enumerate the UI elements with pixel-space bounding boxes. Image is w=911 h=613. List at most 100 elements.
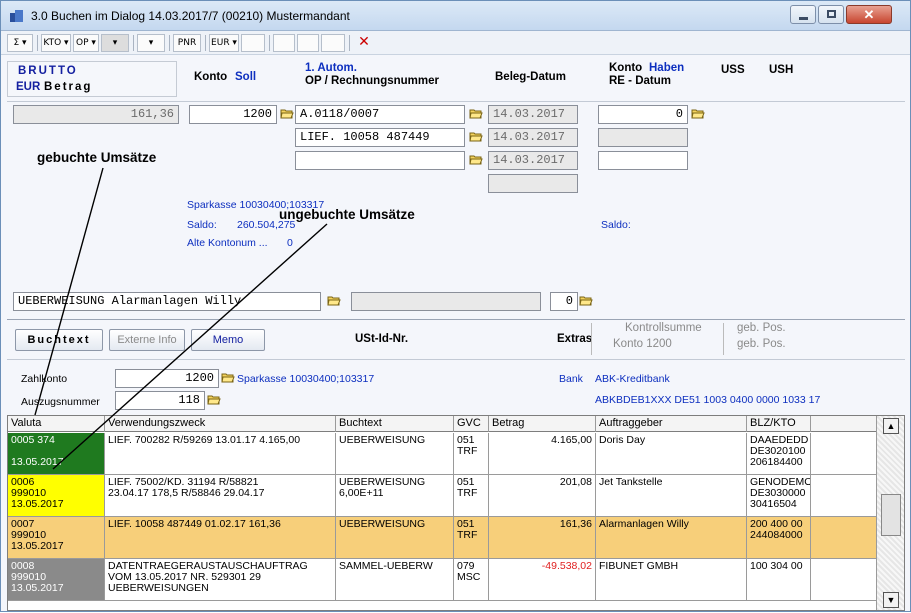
- tab-memo[interactable]: Memo: [191, 329, 265, 351]
- cell-blz[interactable]: DAAEDEDD DE3020100 206184400: [747, 433, 811, 474]
- beleg-datum-field-2[interactable]: 14.03.2017: [488, 128, 578, 147]
- table-row[interactable]: 0008 999010 13.05.2017 DATENTRAEGERAUSTAU…: [8, 559, 876, 601]
- col-betrag[interactable]: Betrag: [489, 416, 596, 432]
- cell-gvc[interactable]: 051 TRF: [454, 517, 489, 558]
- beleg-datum-field-3[interactable]: 14.03.2017: [488, 151, 578, 170]
- scroll-down-icon[interactable]: ▼: [883, 592, 899, 608]
- folder-icon[interactable]: [327, 295, 341, 306]
- cell-valuta[interactable]: 0008 999010 13.05.2017: [8, 559, 105, 600]
- konto-soll-field[interactable]: 1200: [189, 105, 277, 124]
- cell-betrag[interactable]: 4.165,00: [489, 433, 596, 474]
- beleg-datum-field-1[interactable]: 14.03.2017: [488, 105, 578, 124]
- cell-buchtext[interactable]: UEBERWEISUNG: [336, 433, 454, 474]
- op-field-2[interactable]: LIEF. 10058 487449: [295, 128, 465, 147]
- zoom-button[interactable]: [241, 34, 265, 52]
- cell-zweck[interactable]: LIEF. 10058 487449 01.02.17 161,36: [105, 517, 336, 558]
- op-button[interactable]: OP ▾: [73, 34, 99, 52]
- folder-icon[interactable]: [469, 154, 483, 165]
- cell-gvc[interactable]: 051 TRF: [454, 475, 489, 516]
- cell-auftraggeber[interactable]: FIBUNET GMBH: [596, 559, 747, 600]
- buchtext-extra-field: [351, 292, 541, 311]
- maximize-button[interactable]: [818, 5, 844, 24]
- brutto-box: BRUTTO EUR Betrag: [7, 61, 177, 97]
- cell-auftraggeber[interactable]: Alarmanlagen Willy: [596, 517, 747, 558]
- cell-blz[interactable]: 100 304 00: [747, 559, 811, 600]
- separator: [7, 319, 905, 320]
- brutto-label: BRUTTO: [18, 65, 78, 77]
- eur-label: EUR: [16, 81, 41, 93]
- auszug-field[interactable]: 118: [115, 391, 205, 410]
- col-buchtext[interactable]: Buchtext: [336, 416, 454, 432]
- extras-label[interactable]: Extras: [557, 333, 592, 345]
- minimize-button[interactable]: [790, 5, 816, 24]
- tab-externe-info[interactable]: Externe Info: [109, 329, 185, 351]
- cell-gvc[interactable]: 079 MSC: [454, 559, 489, 600]
- ustid-label: USt-Id-Nr.: [355, 333, 409, 345]
- image-button[interactable]: ▾: [101, 34, 129, 52]
- folder-icon[interactable]: [579, 295, 593, 306]
- cell-buchtext[interactable]: UEBERWEISUNG: [336, 517, 454, 558]
- table-row[interactable]: 0006 999010 13.05.2017 LIEF. 75002/KD. 31…: [8, 475, 876, 517]
- cell-zweck[interactable]: LIEF. 700282 R/59269 13.01.17 4.165,00: [105, 433, 336, 474]
- betrag-field[interactable]: 161,36: [13, 105, 179, 124]
- barcode-button[interactable]: [321, 34, 345, 52]
- folder-icon[interactable]: [221, 372, 235, 383]
- cell-valuta[interactable]: 0006 999010 13.05.2017: [8, 475, 105, 516]
- geb-pos-label-1: geb. Pos.: [737, 322, 786, 334]
- pnr-button[interactable]: PNR: [173, 34, 201, 52]
- cell-betrag[interactable]: 201,08: [489, 475, 596, 516]
- cell-valuta[interactable]: 0005 374 13.05.2017: [8, 433, 105, 474]
- cell-auftraggeber[interactable]: Jet Tankstelle: [596, 475, 747, 516]
- konto-button[interactable]: KTO ▾: [41, 34, 71, 52]
- app-window: 3.0 Buchen im Dialog 14.03.2017/7 (00210…: [0, 0, 911, 612]
- cell-betrag[interactable]: -49.538,02: [489, 559, 596, 600]
- tab-buchtext[interactable]: Buchtext: [15, 329, 103, 351]
- cell-zweck[interactable]: DATENTRAEGERAUSTAUSCHAUFTRAG VOM 13.05.2…: [105, 559, 336, 600]
- print-preview-button[interactable]: ▾: [137, 34, 165, 52]
- cell-blz[interactable]: GENODEMO DE3030000 30416504: [747, 475, 811, 516]
- cell-betrag[interactable]: 161,36: [489, 517, 596, 558]
- uss-label: USS: [721, 64, 745, 76]
- buchtext-number-field[interactable]: 0: [550, 292, 578, 311]
- col-blz-kto[interactable]: BLZ/KTO: [747, 416, 811, 432]
- close-button[interactable]: ✕: [846, 5, 892, 24]
- record-button[interactable]: [273, 34, 295, 52]
- cell-auftraggeber[interactable]: Doris Day: [596, 433, 747, 474]
- table-row[interactable]: 0005 374 13.05.2017 LIEF. 700282 R/59269 …: [8, 433, 876, 475]
- vertical-scrollbar[interactable]: ▲ ▼: [876, 416, 904, 610]
- col-auftraggeber[interactable]: Auftraggeber: [596, 416, 747, 432]
- eur-button[interactable]: EUR ▾: [209, 34, 239, 52]
- buchtext-field[interactable]: UEBERWEISUNG Alarmanlagen Willy: [13, 292, 321, 311]
- op-field-3[interactable]: [295, 151, 465, 170]
- cell-zweck[interactable]: LIEF. 75002/KD. 31194 R/58821 23.04.17 1…: [105, 475, 336, 516]
- delete-button[interactable]: ✕: [353, 34, 375, 52]
- konto-haben-field[interactable]: 0: [598, 105, 688, 124]
- grid-button[interactable]: [297, 34, 319, 52]
- scroll-thumb[interactable]: [881, 494, 901, 536]
- autom-label: 1. Autom.: [305, 62, 357, 74]
- op-field-1[interactable]: A.0118/0007: [295, 105, 465, 124]
- folder-icon[interactable]: [280, 108, 294, 119]
- cell-gvc[interactable]: 051 TRF: [454, 433, 489, 474]
- folder-icon[interactable]: [469, 131, 483, 142]
- folder-icon[interactable]: [691, 108, 705, 119]
- beleg-datum-label: Beleg-Datum: [495, 71, 566, 83]
- col-verwendungszweck[interactable]: Verwendungszweck: [105, 416, 336, 432]
- col-gvc[interactable]: GVC: [454, 416, 489, 432]
- cell-buchtext[interactable]: SAMMEL-UEBERW: [336, 559, 454, 600]
- op-rechnung-label: OP / Rechnungsnummer: [305, 75, 439, 87]
- kontrollsumme-label: Kontrollsumme: [625, 322, 702, 334]
- cell-blz[interactable]: 200 400 00 244084000: [747, 517, 811, 558]
- folder-icon[interactable]: [207, 394, 221, 405]
- zahlkonto-field[interactable]: 1200: [115, 369, 219, 388]
- col-valuta[interactable]: Valuta: [8, 416, 105, 432]
- folder-icon[interactable]: [469, 108, 483, 119]
- scroll-up-icon[interactable]: ▲: [883, 418, 899, 434]
- re-datum-field-2[interactable]: [598, 151, 688, 170]
- table-row[interactable]: 0007 999010 13.05.2017 LIEF. 10058 487449…: [8, 517, 876, 559]
- header-divider: [7, 101, 905, 102]
- cell-buchtext[interactable]: UEBERWEISUNG 6,00E+11: [336, 475, 454, 516]
- konto-label: Konto: [194, 71, 228, 83]
- cell-valuta[interactable]: 0007 999010 13.05.2017: [8, 517, 105, 558]
- sum-button[interactable]: Σ ▾: [7, 34, 33, 52]
